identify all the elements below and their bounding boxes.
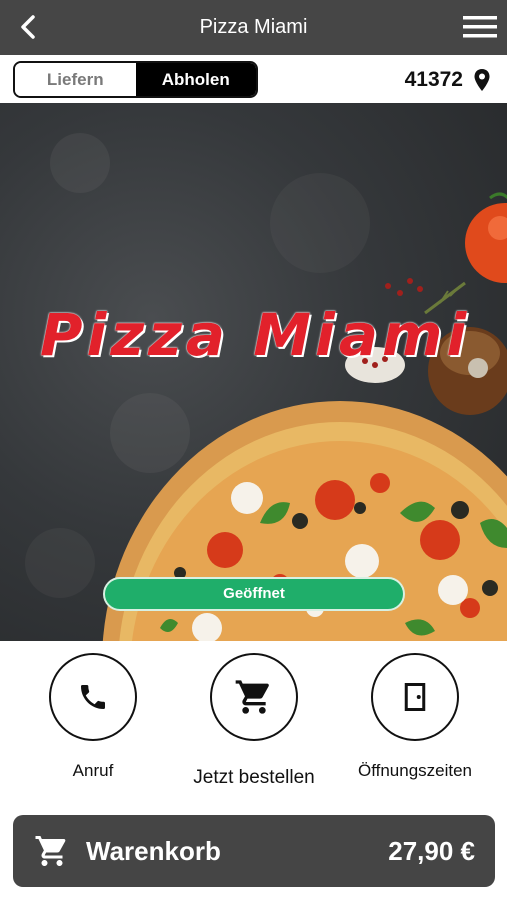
hero-banner: Pizza Miami Geöffnet: [0, 103, 507, 641]
page-title: Pizza Miami: [199, 16, 308, 38]
opening-hours-action[interactable]: Öffnungszeiten: [350, 653, 480, 781]
order-now-button[interactable]: [210, 653, 298, 741]
opening-hours-button[interactable]: [371, 653, 459, 741]
order-now-label: Jetzt bestellen: [193, 767, 315, 788]
zip-code[interactable]: 41372: [405, 65, 463, 95]
cart-label: Warenkorb: [86, 836, 221, 866]
call-button[interactable]: [49, 653, 137, 741]
opening-hours-label: Öffnungszeiten: [357, 761, 473, 780]
brand-logo: Pizza Miami: [40, 301, 471, 369]
door-icon: [404, 683, 426, 711]
open-status-badge: Geöffnet: [103, 577, 405, 611]
call-label: Anruf: [72, 761, 114, 780]
shopping-cart-icon: [235, 680, 269, 714]
call-action[interactable]: Anruf: [42, 653, 144, 781]
pickup-option[interactable]: Abholen: [135, 63, 256, 96]
phone-icon: [81, 685, 105, 709]
hamburger-menu-icon[interactable]: [463, 14, 497, 40]
quick-actions: Anruf Jetzt bestellen Öffnungszeiten: [0, 641, 507, 801]
order-mode-toggle: Liefern Abholen: [13, 61, 258, 98]
shopping-cart-icon: [35, 836, 66, 866]
cart-total: 27,90 €: [388, 836, 475, 866]
cart-bar[interactable]: Warenkorb 27,90 €: [13, 815, 495, 887]
order-now-action[interactable]: Jetzt bestellen: [184, 653, 324, 789]
location-pin-icon[interactable]: [473, 68, 491, 92]
order-mode-bar: Liefern Abholen 41372: [0, 55, 507, 103]
delivery-option[interactable]: Liefern: [15, 63, 136, 96]
app-header: Pizza Miami: [0, 0, 507, 55]
pizza-photo: [25, 133, 507, 641]
